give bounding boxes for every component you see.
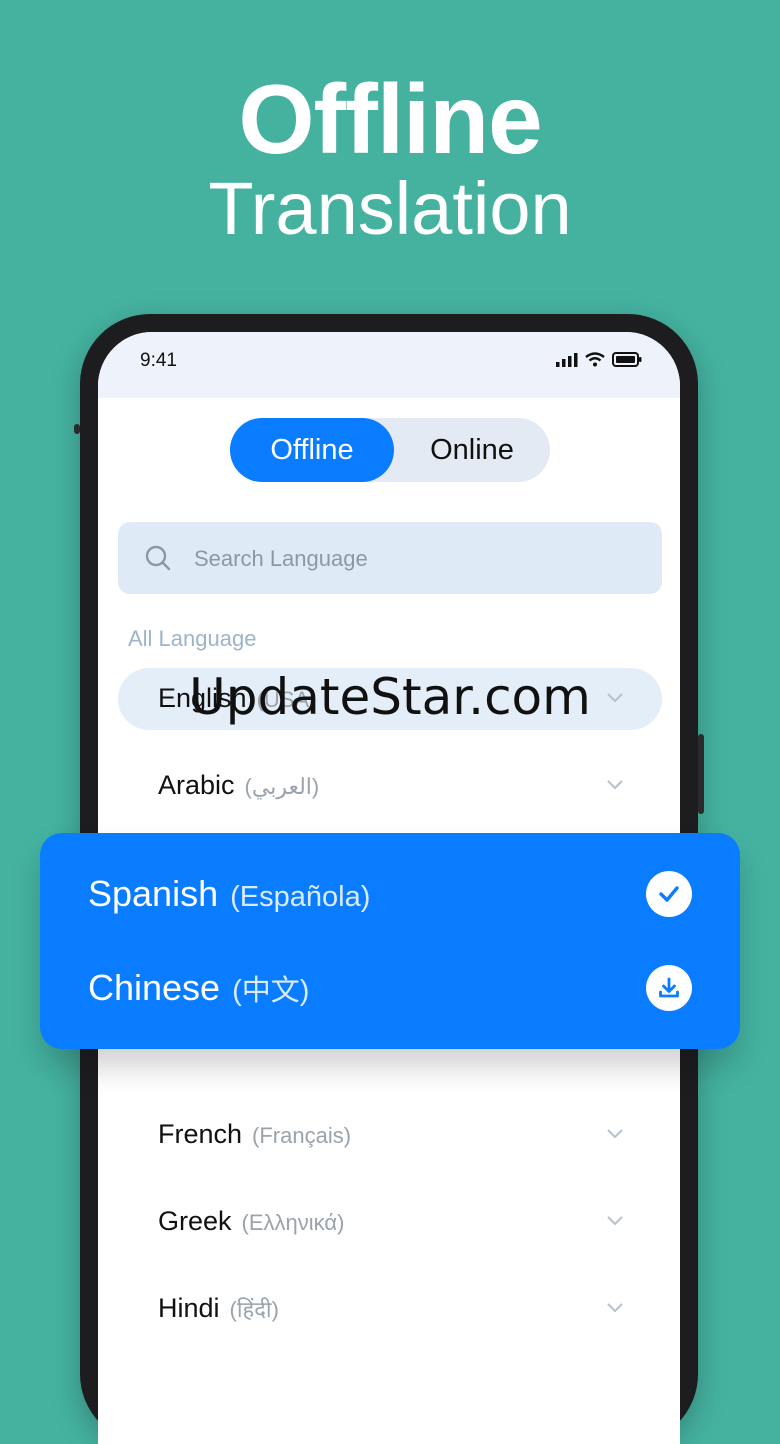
battery-icon bbox=[612, 352, 642, 367]
language-native: (Français) bbox=[252, 1123, 352, 1148]
language-native: (Ελληνικά) bbox=[241, 1210, 345, 1235]
language-row-greek[interactable]: Greek (Ελληνικά) bbox=[118, 1191, 662, 1253]
language-native: (العربي) bbox=[244, 774, 320, 799]
popup-language-native: (Española) bbox=[230, 881, 371, 913]
phone-side-button bbox=[74, 424, 80, 434]
language-name: Greek bbox=[158, 1206, 232, 1236]
popup-item-chinese[interactable]: Chinese (中文) bbox=[88, 967, 309, 1009]
chevron-down-icon[interactable] bbox=[606, 1128, 624, 1140]
chevron-down-icon[interactable] bbox=[606, 1302, 624, 1314]
chevron-down-icon[interactable] bbox=[606, 1215, 624, 1227]
chevron-down-icon[interactable] bbox=[606, 779, 624, 791]
status-time: 9:41 bbox=[140, 350, 177, 371]
tab-offline[interactable]: Offline bbox=[230, 418, 394, 482]
watermark: UpdateStar.com bbox=[189, 668, 591, 726]
search-input[interactable] bbox=[192, 536, 636, 582]
language-row-french[interactable]: French (Français) bbox=[118, 1104, 662, 1166]
headline-translation: Translation bbox=[208, 167, 572, 250]
language-name: Hindi bbox=[158, 1293, 220, 1323]
language-name: Arabic bbox=[158, 770, 235, 800]
check-icon[interactable] bbox=[646, 871, 692, 917]
tab-online[interactable]: Online bbox=[394, 418, 550, 482]
signal-icon bbox=[556, 352, 578, 367]
popup-language-name: Chinese bbox=[88, 967, 221, 1008]
language-native: (हिंदी) bbox=[229, 1297, 279, 1322]
download-icon[interactable] bbox=[646, 965, 692, 1011]
language-row-hindi[interactable]: Hindi (हिंदी) bbox=[118, 1278, 662, 1340]
language-name: French bbox=[158, 1119, 243, 1149]
status-bar: 9:41 bbox=[98, 332, 680, 398]
mode-toggle: Offline Online bbox=[230, 418, 550, 482]
section-label: All Language bbox=[128, 626, 257, 651]
language-row-arabic[interactable]: Arabic (العربي) bbox=[118, 755, 662, 817]
popup-language-name: Spanish bbox=[88, 873, 219, 914]
popup-language-native: (中文) bbox=[232, 975, 310, 1007]
language-popup: Spanish (Española) Chinese (中文) bbox=[40, 833, 740, 1049]
popup-item-spanish[interactable]: Spanish (Española) bbox=[88, 873, 370, 915]
phone-power-button bbox=[698, 734, 704, 814]
search-bar bbox=[118, 522, 662, 594]
search-icon bbox=[145, 545, 171, 571]
wifi-icon bbox=[585, 352, 605, 367]
headline-offline: Offline bbox=[238, 64, 542, 174]
